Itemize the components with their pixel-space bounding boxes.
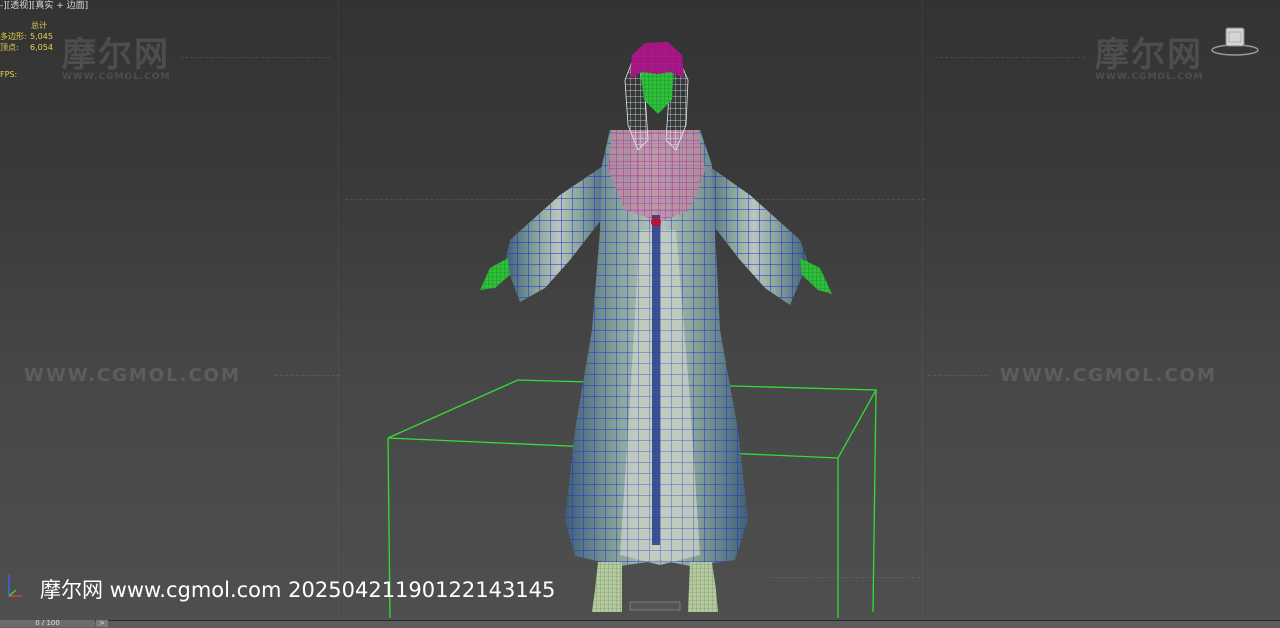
- viewport-menu-prefix[interactable]: -][: [0, 1, 10, 11]
- axis-tripod-icon: [8, 574, 22, 597]
- watermark-footer-text: 摩尔网 www.cgmol.com 20250421190122143145: [40, 578, 556, 602]
- verts-value: 6,054: [30, 43, 53, 52]
- stats-header: 总计: [31, 21, 47, 30]
- viewport-label[interactable]: -][透视][真实 + 边面]: [0, 0, 88, 11]
- statistics-overlay: 总计 多边形: 5,045 顶点: 6,054: [0, 20, 53, 53]
- fps-label: FPS:: [0, 70, 18, 79]
- view-name-menu[interactable]: 透视: [10, 1, 28, 11]
- character-mesh: [480, 42, 832, 612]
- verts-label: 顶点:: [0, 43, 19, 52]
- shading-mode-menu[interactable]: 真实 + 边面: [35, 1, 84, 11]
- stats-polys-row: 多边形: 5,045: [0, 31, 53, 42]
- viewport-menu-suffix: ]: [84, 1, 89, 11]
- polys-value: 5,045: [30, 32, 53, 41]
- stats-verts-row: 顶点: 6,054: [0, 42, 53, 53]
- polys-label: 多边形:: [0, 32, 27, 41]
- scene-canvas[interactable]: [0, 0, 1280, 620]
- perspective-viewport[interactable]: 摩尔网 WWW.CGMOL.COM 摩尔网 WWW.CGMOL.COM WWW.…: [0, 0, 1280, 620]
- viewcube-icon[interactable]: [1210, 22, 1260, 58]
- time-slider-frame[interactable]: 0 / 100: [0, 620, 95, 627]
- next-frame-button[interactable]: >: [96, 620, 108, 627]
